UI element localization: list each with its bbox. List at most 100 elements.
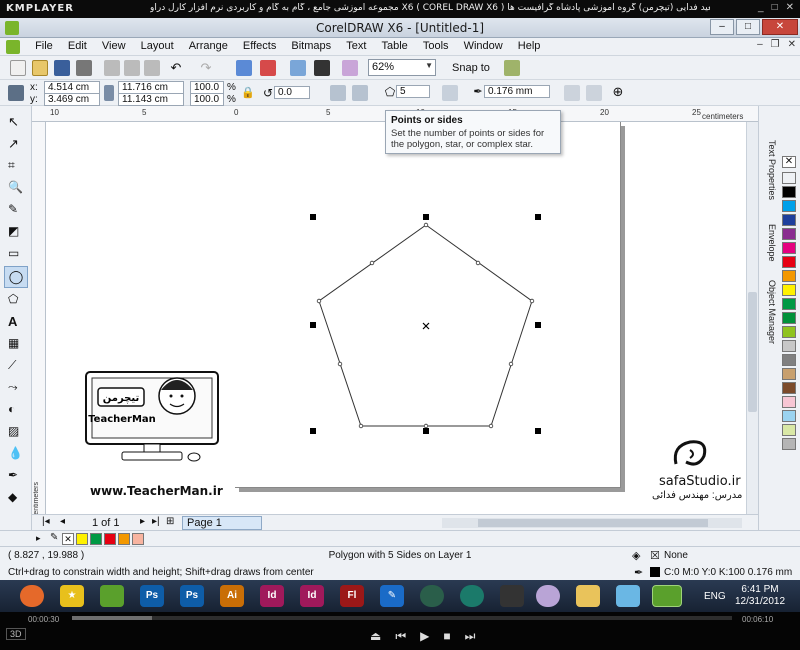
color-swatch[interactable] — [782, 200, 796, 212]
no-color-swatch[interactable]: ✕ — [62, 533, 74, 545]
color-swatch[interactable] — [782, 270, 796, 282]
node-handle[interactable] — [475, 260, 481, 266]
connector-tool-icon[interactable]: ⤳ — [8, 380, 24, 396]
star-icon[interactable]: ★ — [60, 585, 84, 607]
shape-tool-icon[interactable]: ↗ — [8, 136, 24, 152]
color-swatch[interactable] — [782, 368, 796, 380]
color-swatch[interactable] — [782, 284, 796, 296]
color-swatch[interactable] — [782, 410, 796, 422]
points-sides-field[interactable]: 5 — [396, 85, 430, 98]
selection-handle[interactable] — [423, 428, 429, 434]
docker-tab-envelope[interactable]: Envelope — [761, 224, 777, 262]
color-swatch[interactable] — [782, 312, 796, 324]
scroll-thumb[interactable] — [748, 292, 757, 412]
selection-handle[interactable] — [535, 428, 541, 434]
palette-scroll-icon[interactable]: ▸ — [36, 533, 41, 544]
polygon-tool-icon[interactable]: ⬠ — [8, 292, 24, 308]
ellipse-tool-icon[interactable]: ◯ — [4, 266, 28, 288]
application-launcher-icon[interactable] — [290, 60, 306, 76]
menu-effects[interactable]: Effects — [237, 38, 282, 54]
lock-ratio-icon[interactable]: 🔒 — [240, 86, 256, 102]
photoshop-icon[interactable]: Ps — [180, 585, 204, 607]
node-handle[interactable] — [316, 298, 322, 304]
color-swatch[interactable] — [782, 382, 796, 394]
cut-icon[interactable] — [104, 60, 120, 76]
redo-icon[interactable]: ↷ — [198, 60, 214, 76]
dimension-tool-icon[interactable]: ⟋ — [8, 358, 24, 374]
color-swatch[interactable] — [782, 228, 796, 240]
to-back-icon[interactable] — [586, 85, 602, 101]
menu-tools[interactable]: Tools — [417, 38, 455, 54]
menu-help[interactable]: Help — [512, 38, 547, 54]
node-handle[interactable] — [358, 423, 364, 429]
eyedropper-icon[interactable]: ✎ — [50, 532, 58, 543]
snap-to-dropdown[interactable]: Snap to — [452, 62, 490, 74]
node-handle[interactable] — [508, 361, 514, 367]
save-icon[interactable] — [54, 60, 70, 76]
import-icon[interactable] — [236, 60, 252, 76]
color-swatch[interactable] — [782, 186, 796, 198]
node-handle[interactable] — [423, 423, 429, 429]
eject-icon[interactable]: ⏏ — [370, 629, 395, 643]
zoom-tool-icon[interactable]: 🔍 — [8, 180, 24, 196]
indesign-icon[interactable]: Id — [300, 585, 324, 607]
menu-view[interactable]: View — [96, 38, 132, 54]
next-icon[interactable]: ⏭ — [465, 629, 490, 643]
pick-tool-icon[interactable]: ↖ — [8, 114, 24, 130]
app-icon[interactable] — [616, 585, 640, 607]
doc-minimize-icon[interactable]: – — [757, 39, 763, 50]
photoshop-icon[interactable]: Ps — [140, 585, 164, 607]
app-icon[interactable] — [500, 585, 524, 607]
page-nav-prev-icon[interactable]: ◂ — [60, 516, 65, 527]
color-swatch[interactable] — [782, 256, 796, 268]
flash-icon[interactable]: Fl — [340, 585, 364, 607]
selection-handle[interactable] — [310, 428, 316, 434]
welcome-screen-icon[interactable] — [342, 60, 358, 76]
page-tab[interactable]: Page 1 — [182, 516, 262, 530]
color-swatch[interactable] — [782, 396, 796, 408]
previous-icon[interactable]: ⏮ — [395, 629, 420, 643]
docker-tab-object-manager[interactable]: Object Manager — [761, 280, 777, 344]
folder-icon[interactable] — [576, 585, 600, 607]
copy-icon[interactable] — [124, 60, 140, 76]
node-handle[interactable] — [529, 298, 535, 304]
print-icon[interactable] — [76, 60, 92, 76]
3d-toggle-icon[interactable]: 3D — [6, 628, 26, 640]
scale-y-field[interactable]: 100.0 — [190, 93, 224, 106]
selection-handle[interactable] — [310, 214, 316, 220]
page-nav-next-icon[interactable]: ▸ — [140, 516, 145, 527]
color-swatch[interactable] — [118, 533, 130, 545]
rotation-field[interactable]: 0.0 — [274, 86, 310, 99]
color-swatch[interactable] — [782, 354, 796, 366]
outline-tool-icon[interactable]: ✒ — [8, 468, 24, 484]
menu-table[interactable]: Table — [375, 38, 413, 54]
color-swatch[interactable] — [782, 326, 796, 338]
pen-icon[interactable]: ✎ — [380, 585, 404, 607]
seek-bar[interactable] — [72, 616, 732, 620]
paste-icon[interactable] — [144, 60, 160, 76]
height-field[interactable]: 11.143 cm — [118, 93, 184, 106]
docker-tab-text-properties[interactable]: Text Properties — [761, 140, 777, 200]
options-icon[interactable] — [504, 60, 520, 76]
text-tool-icon[interactable]: A — [8, 314, 24, 330]
horizontal-scrollbar[interactable] — [442, 518, 742, 528]
node-handle[interactable] — [488, 423, 494, 429]
node-handle[interactable] — [369, 260, 375, 266]
table-tool-icon[interactable]: ▦ — [8, 336, 24, 352]
color-swatch[interactable] — [104, 533, 116, 545]
disc-icon[interactable] — [536, 585, 560, 607]
app-icon[interactable] — [460, 585, 484, 607]
freehand-tool-icon[interactable]: ✎ — [8, 202, 24, 218]
doc-close-icon[interactable]: ✕ — [788, 39, 796, 50]
export-icon[interactable] — [260, 60, 276, 76]
undo-icon[interactable]: ↶ — [168, 60, 184, 76]
minimize-button[interactable]: – — [710, 19, 734, 35]
mirror-horizontal-icon[interactable] — [330, 85, 346, 101]
blend-tool-icon[interactable]: ◐ — [8, 402, 24, 418]
eyedropper-tool-icon[interactable]: 💧 — [8, 446, 24, 462]
outline-status[interactable]: C:0 M:0 Y:0 K:100 0.176 mm — [664, 567, 792, 578]
color-swatch[interactable] — [782, 242, 796, 254]
page-nav-first-icon[interactable]: |◂ — [42, 516, 50, 527]
menu-text[interactable]: Text — [340, 38, 372, 54]
language-indicator[interactable]: ENG — [704, 591, 726, 602]
